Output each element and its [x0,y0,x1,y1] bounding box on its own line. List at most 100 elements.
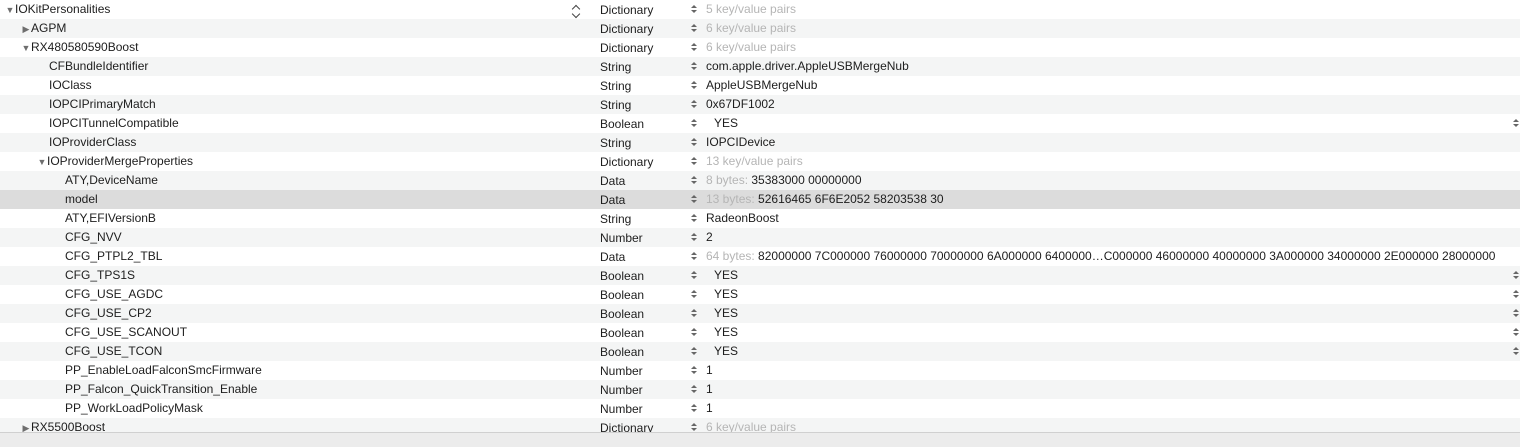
type-stepper-icon[interactable] [690,38,699,57]
type-label: String [600,98,632,112]
value-field[interactable]: IOPCIDevice [706,133,775,152]
row-rx480580590boost[interactable]: ▼RX480580590Boost Dictionary 6 key/value… [0,38,1520,57]
disclosure-triangle-down-icon[interactable]: ▼ [5,1,15,20]
value-field[interactable]: 1 [706,380,713,399]
key-label: IOProviderClass [49,135,137,149]
boolean-popup[interactable]: YES [714,285,738,304]
key-label: PP_WorkLoadPolicyMask [65,401,203,415]
row-aty-efiversionb[interactable]: ATY,EFIVersionB String RadeonBoost [0,209,1520,228]
popup-chevron-icon[interactable] [1512,304,1520,323]
type-stepper-icon[interactable] [690,228,699,247]
type-label: Dictionary [600,41,654,55]
boolean-popup[interactable]: YES [714,114,738,133]
type-stepper-icon[interactable] [690,323,699,342]
type-stepper-icon[interactable] [690,304,699,323]
type-stepper-icon[interactable] [690,266,699,285]
key-label: CFG_USE_CP2 [65,306,152,320]
type-stepper-icon[interactable] [690,247,699,266]
type-stepper-icon[interactable] [690,19,699,38]
row-cfbundleidentifier[interactable]: CFBundleIdentifier String com.apple.driv… [0,57,1520,76]
value-field[interactable]: RadeonBoost [706,209,779,228]
type-stepper-icon[interactable] [690,380,699,399]
value-field[interactable]: AppleUSBMergeNub [706,76,817,95]
value-field[interactable]: 0x67DF1002 [706,95,775,114]
row-ioproviderclass[interactable]: IOProviderClass String IOPCIDevice [0,133,1520,152]
type-label: Boolean [600,269,645,283]
type-stepper-icon[interactable] [690,57,699,76]
row-agpm[interactable]: ▶ AGPM Dictionary 6 key/value pairs [0,19,1520,38]
row-ioclass[interactable]: IOClass String AppleUSBMergeNub [0,76,1520,95]
key-label: CFBundleIdentifier [49,59,149,73]
row-iopcitunnelcompatible[interactable]: IOPCITunnelCompatible Boolean YES [0,114,1520,133]
type-stepper-icon[interactable] [690,399,699,418]
key-label: CFG_TPS1S [65,268,136,282]
row-pp-falcon-quicktransition-enable[interactable]: PP_Falcon_QuickTransition_Enable Number … [0,380,1520,399]
root-row-iokitpersonalities[interactable]: ▼IOKitPersonalities Dictionary 5 key/val… [0,0,1520,19]
type-stepper-icon[interactable] [690,114,699,133]
boolean-popup[interactable]: YES [714,342,738,361]
popup-chevron-icon[interactable] [1512,342,1520,361]
key-label: IOProviderMergeProperties [47,154,194,168]
value-field[interactable]: 1 [706,399,713,418]
value-field[interactable]: 13 bytes: 52616465 6F6E2052 58203538 30 [706,190,944,209]
type-label: Boolean [600,288,645,302]
popup-chevron-icon[interactable] [1512,266,1520,285]
type-label: Number [600,364,643,378]
type-stepper-icon[interactable] [690,133,699,152]
type-label: Boolean [600,117,645,131]
type-stepper-icon[interactable] [690,209,699,228]
row-cfg-use-agdc[interactable]: CFG_USE_AGDC Boolean YES [0,285,1520,304]
row-cfg-ptpl2-tbl[interactable]: CFG_PTPL2_TBL Data 64 bytes: 82000000 7C… [0,247,1520,266]
row-aty-devicename[interactable]: ATY,DeviceName Data 8 bytes: 35383000 00… [0,171,1520,190]
type-stepper-icon[interactable] [690,285,699,304]
row-model[interactable]: model Data 13 bytes: 52616465 6F6E2052 5… [0,190,1520,209]
row-cfg-use-scanout[interactable]: CFG_USE_SCANOUT Boolean YES [0,323,1520,342]
row-cfg-tps1s[interactable]: CFG_TPS1S Boolean YES [0,266,1520,285]
row-pp-enableloadfalconsmcfirmware[interactable]: PP_EnableLoadFalconSmcFirmware Number 1 [0,361,1520,380]
type-label: String [600,60,632,74]
key-label: PP_EnableLoadFalconSmcFirmware [65,363,262,377]
value-field[interactable]: 64 bytes: 82000000 7C000000 76000000 700… [706,247,1495,266]
boolean-popup[interactable]: YES [714,304,738,323]
plist-outline-view: ▼IOKitPersonalities Dictionary 5 key/val… [0,0,1520,447]
type-label: String [600,79,632,93]
type-stepper-icon[interactable] [690,0,699,19]
row-pp-workloadpolicymask[interactable]: PP_WorkLoadPolicyMask Number 1 [0,399,1520,418]
type-label: Boolean [600,326,645,340]
popup-chevron-icon[interactable] [1512,323,1520,342]
popup-chevron-icon[interactable] [1512,285,1520,304]
type-label: Number [600,231,643,245]
key-sort-chevron-icon[interactable] [572,5,582,19]
boolean-popup[interactable]: YES [714,266,738,285]
row-iopciprimarymatch[interactable]: IOPCIPrimaryMatch String 0x67DF1002 [0,95,1520,114]
disclosure-triangle-right-icon[interactable]: ▶ [21,20,31,39]
key-label: CFG_PTPL2_TBL [65,249,163,263]
row-cfg-use-cp2[interactable]: CFG_USE_CP2 Boolean YES [0,304,1520,323]
row-ioprovidermergeproperties[interactable]: ▼IOProviderMergeProperties Dictionary 13… [0,152,1520,171]
type-stepper-icon[interactable] [690,342,699,361]
value-field[interactable]: com.apple.driver.AppleUSBMergeNub [706,57,909,76]
type-stepper-icon[interactable] [690,171,699,190]
type-stepper-icon[interactable] [690,152,699,171]
value-hint: 6 key/value pairs [706,21,797,35]
value-field[interactable]: 8 bytes: 35383000 00000000 [706,171,862,190]
disclosure-triangle-down-icon[interactable]: ▼ [37,153,47,172]
value-hint: 5 key/value pairs [706,2,797,16]
popup-chevron-icon[interactable] [1512,114,1520,133]
type-stepper-icon[interactable] [690,361,699,380]
type-label: Boolean [600,345,645,359]
value-field[interactable]: 2 [706,228,713,247]
row-cfg-use-tcon[interactable]: CFG_USE_TCON Boolean YES [0,342,1520,361]
boolean-popup[interactable]: YES [714,323,738,342]
row-cfg-nvv[interactable]: CFG_NVV Number 2 [0,228,1520,247]
value-hint: 6 key/value pairs [706,40,797,54]
type-label: Number [600,402,643,416]
type-stepper-icon[interactable] [690,76,699,95]
type-label: Dictionary [600,3,654,17]
disclosure-triangle-down-icon[interactable]: ▼ [21,39,31,58]
value-field[interactable]: 1 [706,361,713,380]
type-stepper-icon[interactable] [690,95,699,114]
key-label: IOClass [49,78,92,92]
key-label: IOKitPersonalities [15,2,111,16]
type-stepper-icon[interactable] [690,190,699,209]
